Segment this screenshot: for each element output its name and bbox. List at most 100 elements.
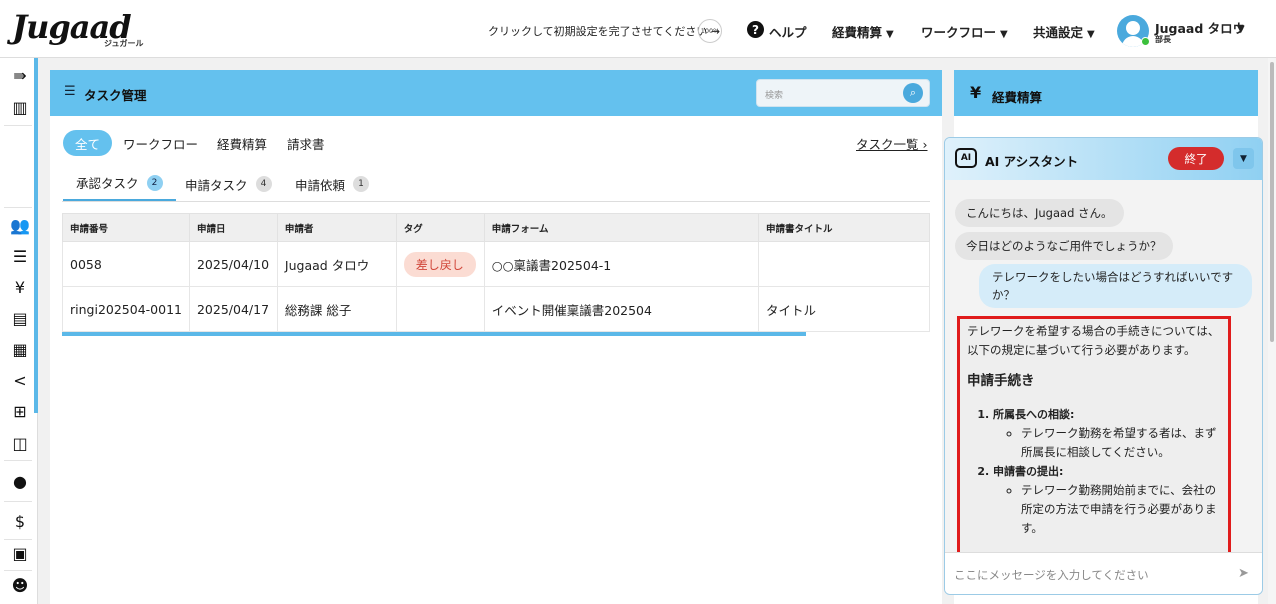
ai-panel-title: AI アシスタント (985, 154, 1079, 169)
chevron-down-icon: ▼ (886, 29, 894, 40)
column-header[interactable]: 申請日 (188, 213, 278, 242)
chat-message-input[interactable]: ここにメッセージを入力してください ➤ (945, 552, 1262, 594)
application-form: ○○稟議書202504-1 (483, 241, 760, 287)
subtab-label: 申請依頼 (295, 177, 346, 193)
task-panel-title: タスク管理 (84, 88, 147, 103)
tab-all[interactable]: 全て (63, 130, 113, 156)
book-icon[interactable]: ◫ (10, 433, 30, 453)
task-panel-header: ☰ タスク管理 検索 ⌕ (50, 70, 942, 116)
task-list-link-label: タスク一覧 (856, 137, 919, 152)
count-badge: 4 (255, 176, 272, 192)
subtab-approval-tasks[interactable]: 承認タスク 2 (63, 166, 176, 202)
sidebar-divider (4, 539, 32, 540)
tab-workflow[interactable]: ワークフロー (111, 130, 210, 156)
support-icon[interactable]: ☻ (10, 575, 30, 595)
page-scrollbar-thumb[interactable] (1270, 62, 1274, 342)
chat-input-placeholder: ここにメッセージを入力してください (954, 568, 1149, 582)
subtab-label: 申請タスク (185, 177, 248, 193)
application-title: タイトル (758, 286, 930, 332)
document-icon[interactable]: ▤ (10, 308, 30, 328)
search-icon[interactable]: ⌕ (903, 83, 923, 103)
tag-cell (395, 286, 485, 332)
ai-assistant-panel: AI AI アシスタント 終了 ▼ こんにちは、Jugaad さん。 今日はどの… (944, 137, 1263, 595)
application-date: 2025/04/10 (188, 241, 278, 287)
end-chat-button[interactable]: 終了 (1168, 147, 1224, 170)
sidebar-divider (4, 570, 32, 571)
answer-step: 申請書の提出: テレワーク勤務開始前までに、会社の所定の方法で申請を行う必要があ… (993, 462, 1221, 538)
user-message: テレワークをしたい場合はどうすればいいですか？ (979, 264, 1252, 308)
assistant-message: 今日はどのようなご用件でしょうか？ (955, 232, 1173, 260)
sidebar-divider (4, 207, 32, 208)
nav-expense-menu[interactable]: 経費精算 ▼ (832, 22, 894, 41)
help-icon[interactable]: ? (747, 21, 764, 38)
table-header-row: 申請番号 申請日 申請者 タグ 申請フォーム 申請書タイトル (62, 213, 930, 242)
yen-icon[interactable]: ¥ (10, 277, 30, 297)
table-horizontal-scrollbar[interactable] (62, 332, 806, 336)
list-icon[interactable]: ☰ (10, 246, 30, 266)
share-icon[interactable]: < (10, 370, 30, 390)
application-number-link[interactable]: 0058 (62, 241, 190, 287)
chevron-down-icon: ▼ (1087, 29, 1095, 40)
column-header[interactable]: 申請書タイトル (758, 213, 930, 242)
chevron-right-icon: › (922, 137, 928, 152)
column-header[interactable]: 申請者 (276, 213, 397, 242)
task-list-link[interactable]: タスク一覧 › (856, 134, 928, 153)
assistant-answer: テレワークを希望する場合の手続きについては、以下の規定に基づいて行う必要がありま… (957, 316, 1231, 556)
grid-icon[interactable]: ⊞ (10, 401, 30, 421)
invoice-icon[interactable]: $ (10, 511, 30, 531)
subtab-application-tasks[interactable]: 申請タスク 4 (185, 166, 272, 202)
step-title: 申請書の提出: (993, 465, 1064, 478)
subtab-divider (62, 201, 930, 202)
user-menu-chevron-icon[interactable]: ▼ (1237, 24, 1245, 35)
setup-progress-indicator[interactable]: 100% (698, 19, 722, 43)
expense-panel-header: ¥ 経費精算 (954, 70, 1258, 116)
answer-step: 所属長への相談: テレワーク勤務を希望する者は、まず所属長に相談してください。 (993, 405, 1221, 462)
tag-cell: 差し戻し (395, 241, 485, 287)
application-number-link[interactable]: ringi202504-0011 (62, 286, 190, 332)
nav-workflow-label: ワークフロー (921, 25, 997, 40)
table-row[interactable]: ringi202504-0011 2025/04/17 総務課 総子 イベント開… (62, 286, 930, 332)
sidebar-divider (4, 125, 32, 126)
app-logo-subtitle: ジュガール (104, 39, 144, 48)
applicant-name: Jugaad タロウ (276, 241, 397, 287)
tab-expense[interactable]: 経費精算 (205, 130, 279, 156)
building-icon[interactable]: ▥ (10, 97, 30, 117)
sidebar-divider (4, 460, 32, 461)
help-link[interactable]: ヘルプ (769, 22, 807, 41)
user-role: 部長 (1155, 35, 1171, 44)
send-icon[interactable]: ➤ (1238, 566, 1249, 581)
task-table: 申請番号 申請日 申請者 タグ 申請フォーム 申請書タイトル 0058 2025… (62, 213, 930, 332)
menu-expand-icon[interactable]: ⇛ (10, 65, 30, 85)
ai-chat-icon[interactable]: ● (10, 471, 30, 491)
application-date: 2025/04/17 (188, 286, 278, 332)
receipt-icon[interactable]: ▦ (10, 339, 30, 359)
sidebar-active-indicator (34, 58, 38, 413)
search-placeholder: 検索 (765, 91, 784, 101)
answer-intro: テレワークを希望する場合の手続きについては、以下の規定に基づいて行う必要がありま… (967, 324, 1220, 357)
nav-common-settings-menu[interactable]: 共通設定 ▼ (1033, 22, 1095, 41)
setup-prompt-link[interactable]: クリックして初期設定を完了させてください → (488, 23, 720, 39)
nav-workflow-menu[interactable]: ワークフロー ▼ (921, 22, 1008, 41)
column-header[interactable]: 申請フォーム (483, 213, 760, 242)
assistant-message: こんにちは、Jugaad さん。 (955, 199, 1124, 227)
yen-icon: ¥ (970, 83, 982, 102)
sidebar-divider (4, 501, 32, 502)
users-icon[interactable]: 👥 (10, 215, 30, 235)
ai-panel-header: AI AI アシスタント 終了 ▼ (945, 138, 1262, 180)
manual-icon[interactable]: ▣ (10, 543, 30, 563)
task-management-panel: ☰ タスク管理 検索 ⌕ 全て ワークフロー 経費精算 請求書 タスク一覧 › … (50, 70, 942, 604)
table-row[interactable]: 0058 2025/04/10 Jugaad タロウ 差し戻し ○○稟議書202… (62, 241, 930, 287)
chevron-down-icon[interactable]: ▼ (1233, 148, 1254, 169)
count-badge: 2 (146, 174, 163, 191)
column-header[interactable]: タグ (395, 213, 485, 242)
column-header[interactable]: 申請番号 (62, 213, 190, 242)
application-title (758, 241, 930, 287)
list-icon: ☰ (64, 84, 76, 99)
nav-expense-label: 経費精算 (832, 25, 883, 40)
answer-steps: 所属長への相談: テレワーク勤務を希望する者は、まず所属長に相談してください。 … (993, 405, 1221, 538)
subtab-label: 承認タスク (76, 176, 139, 191)
subtab-application-requests[interactable]: 申請依頼 1 (295, 166, 370, 202)
task-search-input[interactable]: 検索 ⌕ (756, 79, 930, 107)
ai-assistant-icon: AI (955, 148, 977, 168)
tab-invoice[interactable]: 請求書 (275, 130, 337, 156)
